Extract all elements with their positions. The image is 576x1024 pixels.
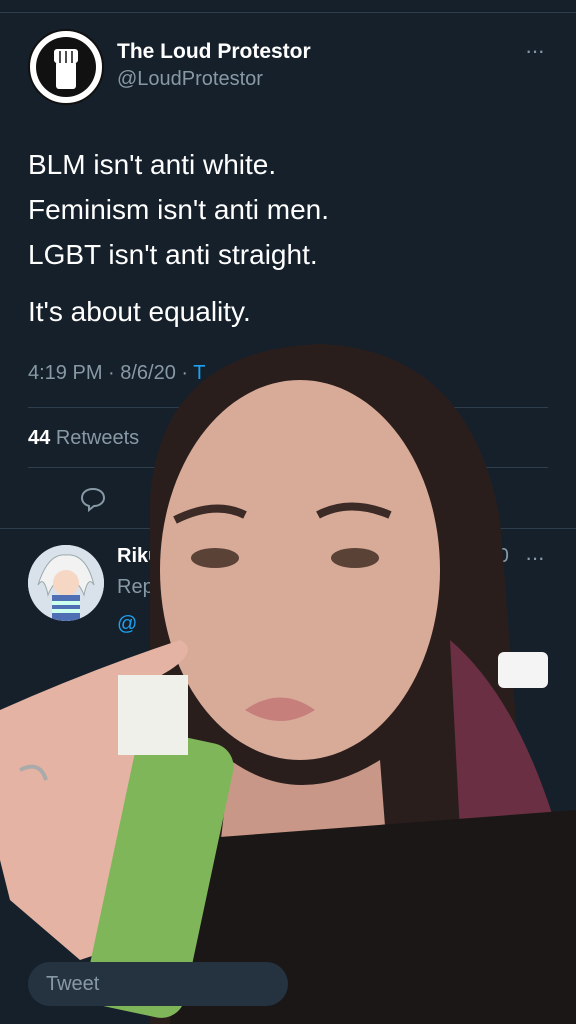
tweet-closing-line: It's about equality. bbox=[28, 296, 251, 327]
raised-fist-icon bbox=[36, 37, 96, 97]
author-avatar[interactable] bbox=[28, 29, 104, 105]
author-name[interactable]: The Loud Protestor bbox=[117, 40, 311, 64]
tweet-line: Feminism isn't anti men. bbox=[28, 194, 329, 225]
tweet-body: BLM isn't anti white. Feminism isn't ant… bbox=[28, 142, 329, 334]
compose-placeholder: Tweet bbox=[46, 973, 100, 995]
author-handle[interactable]: @LoudProtestor bbox=[117, 68, 263, 91]
tweet-line: BLM isn't anti white. bbox=[28, 149, 277, 180]
top-divider bbox=[0, 12, 576, 13]
compose-tweet-input[interactable]: Tweet bbox=[28, 962, 288, 1006]
more-options-icon[interactable]: ··· bbox=[525, 38, 545, 64]
video-overlay-image bbox=[0, 344, 576, 1024]
tweet-line: LGBT isn't anti straight. bbox=[28, 239, 318, 270]
